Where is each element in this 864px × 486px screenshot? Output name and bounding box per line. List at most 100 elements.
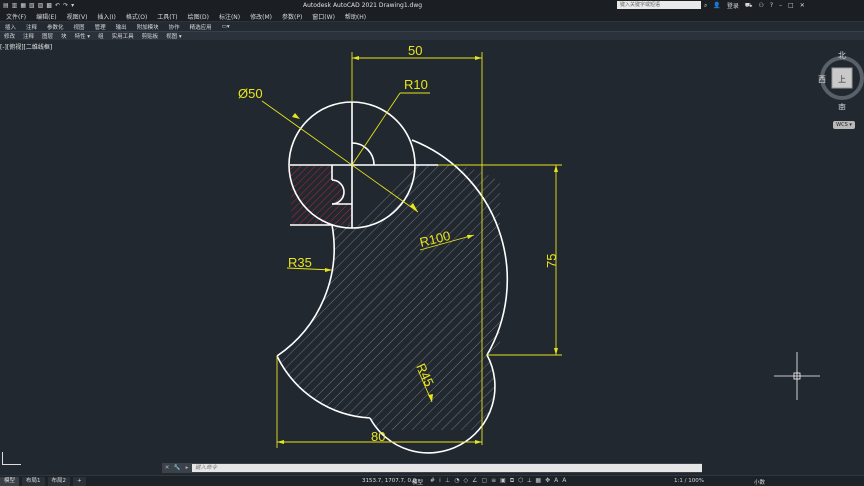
tab-view[interactable]: 视图 bbox=[74, 23, 85, 31]
gizmo-icon[interactable]: ✥ bbox=[545, 477, 550, 485]
layout-tab-model[interactable]: 模型 bbox=[0, 476, 20, 486]
search-input[interactable]: 键入关键字或短语 bbox=[617, 1, 701, 9]
tab-more[interactable]: ▭▾ bbox=[222, 24, 230, 30]
dynamic-ucs-icon[interactable]: ⟂ bbox=[527, 477, 531, 485]
cart-icon[interactable]: ⛟ bbox=[745, 2, 753, 10]
menu-view[interactable]: 视图(V) bbox=[67, 12, 88, 21]
coordinates-readout[interactable]: 3153.7, 1707.7, 0.0 bbox=[362, 478, 416, 484]
menu-dimension[interactable]: 标注(N) bbox=[219, 12, 240, 21]
maximize-icon[interactable]: □ bbox=[788, 2, 794, 9]
units-selector[interactable]: 小数 bbox=[754, 478, 765, 486]
dim-label-75[interactable]: 75 bbox=[544, 254, 559, 268]
snap-icon[interactable]: ⁞ bbox=[439, 477, 441, 485]
menu-bar: 文件(F) 编辑(E) 视图(V) 插入(I) 格式(O) 工具(T) 绘图(D… bbox=[0, 11, 864, 21]
drawing-canvas[interactable]: 50 R10 Ø50 R35 R100 75 R45 80 bbox=[0, 40, 864, 460]
open-file-icon[interactable]: ▥ bbox=[12, 2, 18, 9]
annotation-scale[interactable]: 1:1 / 100% bbox=[674, 478, 704, 484]
auto-scale-icon[interactable]: A bbox=[562, 477, 566, 485]
tab-manage[interactable]: 管理 bbox=[95, 23, 106, 31]
close-command-icon[interactable]: ✕ bbox=[162, 465, 172, 471]
layout-tab-layout2[interactable]: 布局2 bbox=[47, 476, 71, 486]
menu-tools[interactable]: 工具(T) bbox=[157, 12, 177, 21]
menu-format[interactable]: 格式(O) bbox=[126, 12, 147, 21]
wcs-dropdown[interactable]: WCS ▾ bbox=[833, 121, 855, 129]
undo-icon[interactable]: ↶ bbox=[55, 2, 60, 9]
command-line: ✕ 🔧 ▸ 键入命令 bbox=[162, 463, 702, 473]
redo-icon[interactable]: ↷ bbox=[63, 2, 68, 9]
tab-output[interactable]: 输出 bbox=[116, 23, 127, 31]
title-bar: ▤ ▥ ▦ ▧ ▨ ▩ ↶ ↷ ▾ Autodesk AutoCAD 2021 … bbox=[0, 0, 864, 11]
menu-insert[interactable]: 插入(I) bbox=[97, 12, 115, 21]
dim-label-80[interactable]: 80 bbox=[371, 429, 385, 444]
panel-modify[interactable]: 修改 bbox=[4, 32, 15, 40]
viewcube-face-top[interactable]: 上 bbox=[838, 75, 846, 84]
command-history-icon[interactable]: ▸ bbox=[182, 465, 192, 471]
command-input[interactable]: 键入命令 bbox=[192, 464, 702, 472]
selection-cycling-icon[interactable]: ⧉ bbox=[510, 477, 514, 485]
panel-groups[interactable]: 组 bbox=[98, 32, 104, 40]
panel-view[interactable]: 视图 ▾ bbox=[166, 32, 182, 40]
panel-layers[interactable]: 图层 bbox=[42, 32, 53, 40]
window-title: Autodesk AutoCAD 2021 Drawing1.dwg bbox=[303, 2, 423, 9]
dim-label-r10[interactable]: R10 bbox=[404, 77, 428, 92]
annotation-visibility-icon[interactable]: A bbox=[554, 477, 558, 485]
isodraft-icon[interactable]: ◇ bbox=[463, 477, 468, 485]
viewcube-north[interactable]: 北 bbox=[838, 51, 846, 60]
tab-parametric[interactable]: 参数化 bbox=[47, 23, 64, 31]
inner-arc-r10[interactable] bbox=[351, 142, 375, 166]
menu-parametric[interactable]: 参数(P) bbox=[282, 12, 302, 21]
add-layout-button[interactable]: + bbox=[73, 476, 86, 486]
panel-annotation[interactable]: 注释 bbox=[23, 32, 34, 40]
tab-annotate[interactable]: 注释 bbox=[26, 23, 37, 31]
plot-icon[interactable]: ▩ bbox=[46, 2, 52, 9]
arrow bbox=[292, 113, 300, 119]
dim-label-r35[interactable]: R35 bbox=[288, 255, 312, 270]
help-icon[interactable]: ? bbox=[770, 2, 773, 9]
viewcube-west[interactable]: 西 bbox=[818, 75, 826, 84]
new-file-icon[interactable]: ▤ bbox=[3, 2, 9, 9]
object-snap-track-icon[interactable]: ∠ bbox=[472, 477, 477, 485]
menu-file[interactable]: 文件(F) bbox=[6, 12, 26, 21]
menu-edit[interactable]: 编辑(E) bbox=[36, 12, 56, 21]
ribbon-panels: 修改 注释 图层 块 特性 ▾ 组 实用工具 剪贴板 视图 ▾ bbox=[0, 31, 864, 40]
search-icon[interactable]: ⌕ bbox=[704, 2, 707, 10]
web-icon[interactable]: ▨ bbox=[38, 2, 44, 9]
dim-label-dia50[interactable]: Ø50 bbox=[238, 86, 263, 101]
viewcube-south[interactable]: 南 bbox=[838, 102, 846, 110]
save-icon[interactable]: ▦ bbox=[20, 2, 26, 9]
menu-modify[interactable]: 修改(M) bbox=[250, 12, 272, 21]
layout-tab-layout1[interactable]: 布局1 bbox=[22, 476, 45, 486]
grid-icon[interactable]: # bbox=[430, 477, 435, 485]
menu-help[interactable]: 帮助(H) bbox=[345, 12, 366, 21]
tab-addins[interactable]: 附加模块 bbox=[137, 23, 159, 31]
close-icon[interactable]: ✕ bbox=[800, 2, 805, 9]
polar-icon[interactable]: ◔ bbox=[454, 477, 459, 485]
transparency-icon[interactable]: ▣ bbox=[500, 477, 506, 485]
selection-filter-icon[interactable]: ▦ bbox=[535, 477, 541, 485]
object-snap-icon[interactable]: ▢ bbox=[481, 477, 487, 485]
arrow bbox=[277, 440, 284, 444]
user-icon[interactable]: 👤 bbox=[713, 2, 720, 9]
dim-label-50[interactable]: 50 bbox=[408, 43, 422, 58]
people-icon[interactable]: ⚇ bbox=[758, 2, 763, 9]
menu-draw[interactable]: 绘图(D) bbox=[188, 12, 209, 21]
login-link[interactable]: 登录 bbox=[727, 1, 739, 10]
tab-featured-apps[interactable]: 精选应用 bbox=[190, 23, 212, 31]
save-as-icon[interactable]: ▧ bbox=[29, 2, 35, 9]
ortho-icon[interactable]: ⊥ bbox=[445, 477, 450, 485]
3d-osnap-icon[interactable]: ⬡ bbox=[518, 477, 523, 485]
lineweight-icon[interactable]: ≡ bbox=[491, 477, 496, 485]
minimize-icon[interactable]: – bbox=[779, 2, 782, 9]
menu-window[interactable]: 窗口(W) bbox=[312, 12, 335, 21]
panel-clipboard[interactable]: 剪贴板 bbox=[142, 32, 159, 40]
tab-insert[interactable]: 插入 bbox=[5, 23, 16, 31]
model-space-button[interactable]: 模型 bbox=[412, 478, 423, 486]
crosshair-cursor bbox=[774, 352, 820, 400]
panel-properties[interactable]: 特性 ▾ bbox=[75, 32, 91, 40]
tab-collaborate[interactable]: 协作 bbox=[169, 23, 180, 31]
panel-utilities[interactable]: 实用工具 bbox=[112, 32, 134, 40]
panel-block[interactable]: 块 bbox=[61, 32, 67, 40]
customize-command-icon[interactable]: 🔧 bbox=[172, 465, 182, 471]
view-cube[interactable]: 上 北 西 南 bbox=[818, 50, 864, 110]
customize-icon[interactable]: ▾ bbox=[71, 2, 74, 9]
